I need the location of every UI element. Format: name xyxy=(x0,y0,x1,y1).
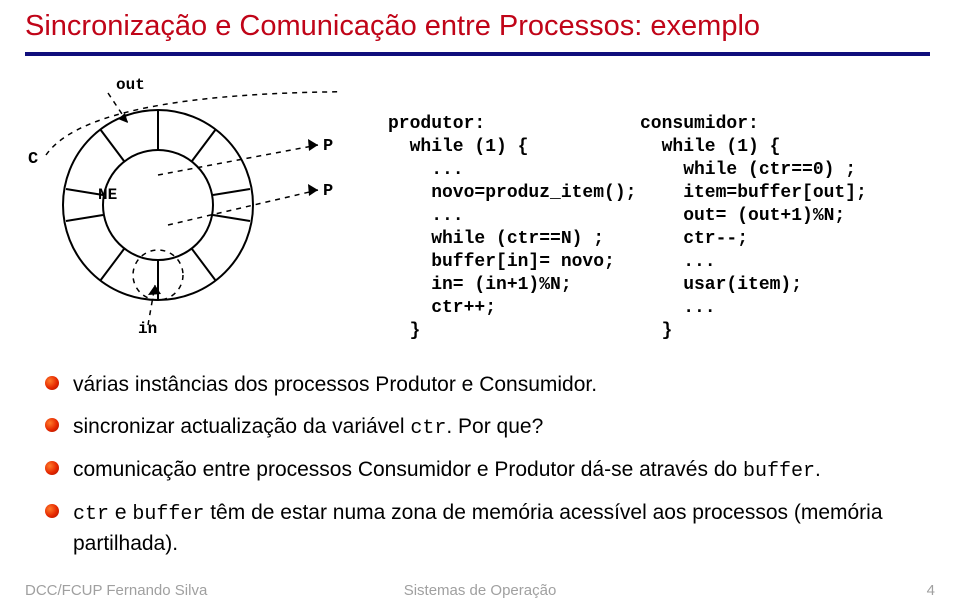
footer-page-number: 4 xyxy=(927,582,935,599)
label-p2: P xyxy=(323,182,333,201)
bullet-1-text: várias instâncias dos processos Produtor… xyxy=(73,373,597,396)
buffer-diagram: out in C NE P P xyxy=(28,75,338,335)
bullet-4: ctr e buffer têm de estar numa zona de m… xyxy=(45,498,925,559)
bullet-2-mono: ctr xyxy=(410,417,446,440)
bullet-4-mono-c: buffer xyxy=(132,503,204,526)
bullet-3-mono: buffer xyxy=(743,460,815,483)
bullet-3-text-b: . xyxy=(815,458,821,481)
title-underline xyxy=(25,52,930,56)
slide-title: Sincronização e Comunicação entre Proces… xyxy=(25,10,760,43)
label-p1: P xyxy=(323,137,333,156)
bullet-3: comunicação entre processos Consumidor e… xyxy=(45,455,925,486)
bullet-1: várias instâncias dos processos Produtor… xyxy=(45,370,925,400)
slide: Sincronização e Comunicação entre Proces… xyxy=(0,0,960,607)
code-produtor: produtor: while (1) { ... novo=produz_it… xyxy=(388,113,636,343)
label-c: C xyxy=(28,150,38,169)
code-consumidor: consumidor: while (1) { while (ctr==0) ;… xyxy=(640,113,867,343)
label-ne: NE xyxy=(98,186,117,204)
bullet-3-text-a: comunicação entre processos Consumidor e… xyxy=(73,458,743,481)
bullet-list: várias instâncias dos processos Produtor… xyxy=(45,370,925,572)
footer-center: Sistemas de Operação xyxy=(0,582,960,599)
label-out: out xyxy=(116,76,145,94)
bullet-2-text-b: . Por que? xyxy=(446,415,543,438)
label-in: in xyxy=(138,320,157,335)
bullet-2: sincronizar actualização da variável ctr… xyxy=(45,412,925,443)
bullet-2-text-a: sincronizar actualização da variável xyxy=(73,415,410,438)
bullet-4-mono-a: ctr xyxy=(73,503,109,526)
bullet-4-text-b: e xyxy=(109,501,132,524)
